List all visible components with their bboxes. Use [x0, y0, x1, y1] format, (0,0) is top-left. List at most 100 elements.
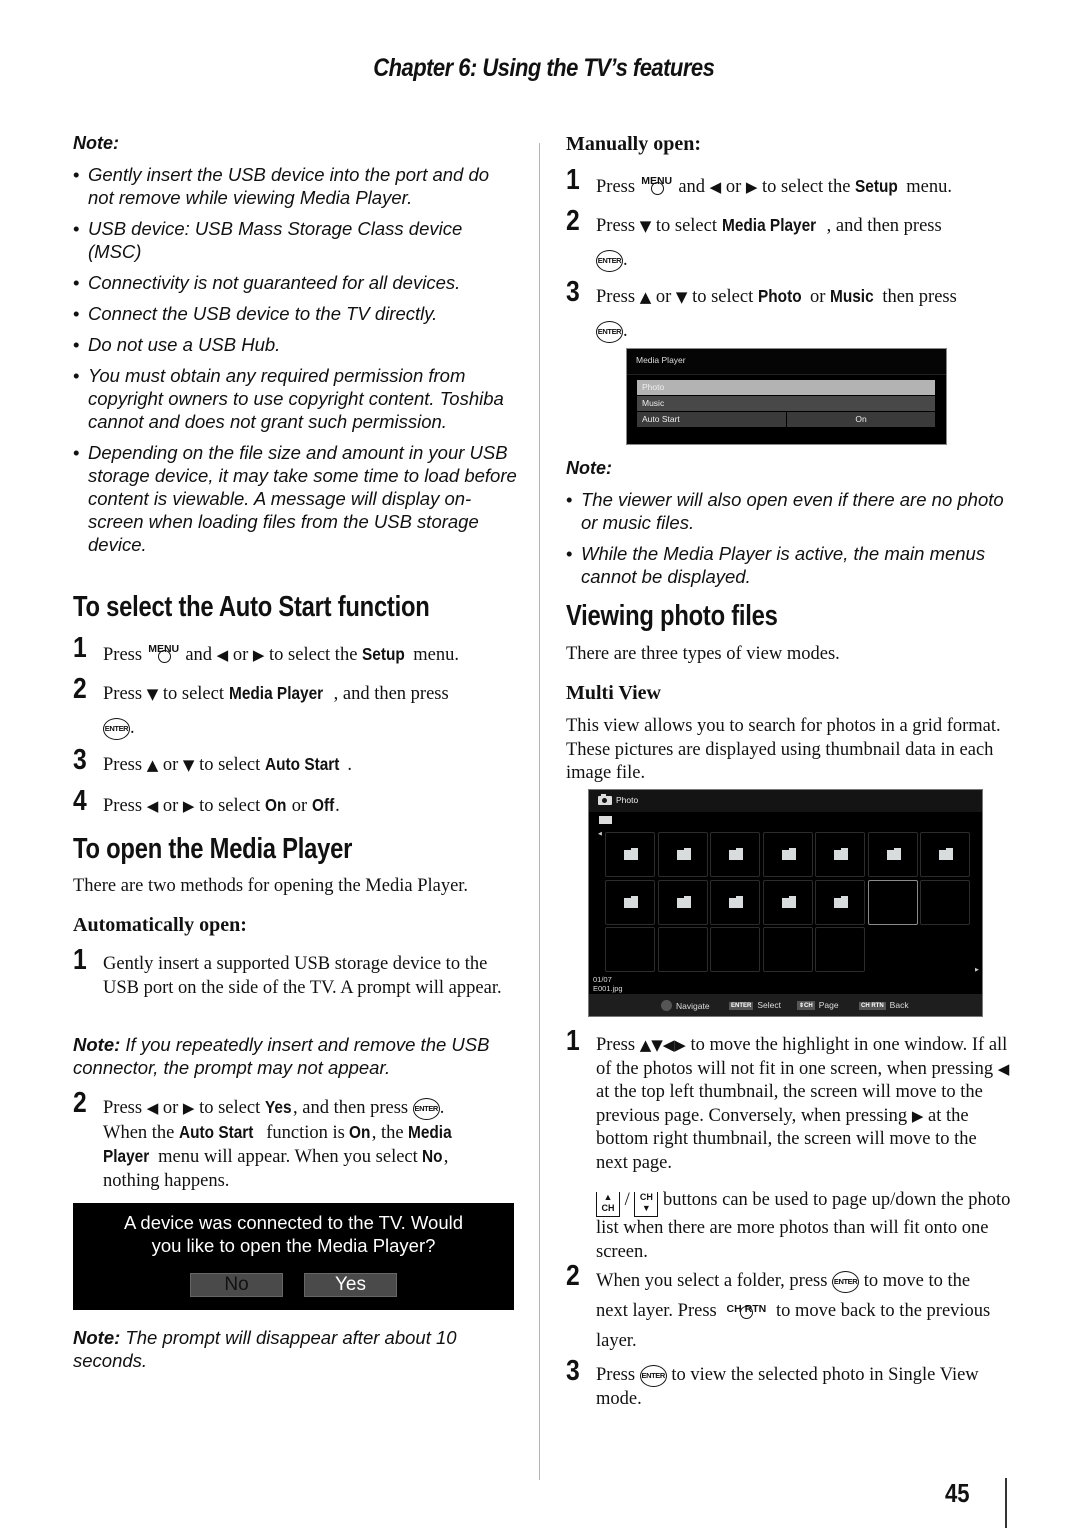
thumbnail-cell[interactable] [762, 879, 813, 925]
note-item: Gently insert the USB device into the po… [73, 163, 518, 209]
note-item: Connect the USB device to the TV directl… [73, 302, 518, 325]
enter-button-icon: ENTER [412, 1097, 440, 1120]
enter-button-icon: ENTER [832, 1270, 860, 1293]
media-player-menu-screen: Media Player Photo Music Auto Start On [626, 348, 947, 445]
page-left-arrow-icon[interactable]: ◀ [598, 831, 602, 837]
note-prompt-timeout: Note: The prompt will disappear after ab… [73, 1327, 457, 1371]
section-heading-open-media-player: To open the Media Player [73, 833, 353, 865]
thumbnail-cell[interactable] [762, 832, 813, 877]
note-list: Gently insert the USB device into the po… [73, 163, 518, 564]
footer-navigate: Navigate [661, 1000, 710, 1011]
folder-icon [939, 848, 953, 860]
enter-button-icon: ENTER [596, 320, 623, 343]
thumbnail-cell[interactable] [815, 832, 865, 877]
ch-rtn-key-icon: CH RTN [859, 1002, 886, 1010]
prompt-yes-button[interactable]: Yes [304, 1273, 397, 1297]
direction-arrows-icon: ▲▼◀▶ [639, 1036, 686, 1054]
step-number: 3 [73, 744, 87, 776]
folder-icon [781, 848, 796, 860]
photo-filename: E001.jpg [593, 984, 623, 993]
note-label: Note: [73, 133, 119, 153]
thumbnail-cell[interactable] [605, 927, 655, 972]
right-arrow-icon: ▶ [745, 178, 758, 196]
subheading-manually-open: Manually open: [566, 133, 702, 155]
note-item: USB device: USB Mass Storage Class devic… [73, 217, 518, 263]
enter-key-icon: ENTER [729, 1002, 754, 1010]
photo-multi-view-screen: Photo ◀ ▶ 01/07 E001.jpg Navigate ENTER S… [588, 789, 983, 1017]
page-number: 45 [945, 1478, 970, 1508]
folder-icon [834, 848, 848, 860]
step-number: 3 [566, 276, 580, 308]
note-item: Depending on the file size and amount in… [73, 441, 518, 556]
navigate-icon [661, 1000, 672, 1011]
thumbnail-cell[interactable] [762, 927, 813, 972]
thumbnail-cell[interactable] [920, 879, 970, 925]
folder-icon [729, 895, 743, 908]
enter-button-icon: ENTER [596, 249, 623, 272]
thumbnail-cell[interactable] [710, 832, 760, 877]
footer-page: ⇕CH Page [797, 1000, 839, 1010]
step-number: 2 [73, 1087, 87, 1119]
channel-down-icon: CH ▼ [634, 1192, 659, 1217]
menu-item-photo[interactable]: Photo [637, 380, 935, 395]
step-number: 3 [566, 1355, 580, 1387]
note-item: You must obtain any required permission … [73, 364, 518, 433]
left-arrow-icon: ◀ [709, 178, 722, 196]
note-label: Note: [566, 458, 612, 478]
viewing-intro: There are three types of view modes. [566, 644, 840, 664]
footer-select: ENTER Select [729, 1000, 781, 1010]
channel-key-icon: ⇕CH [797, 1001, 815, 1010]
ch-rtn-button-icon: CH RTN [721, 1297, 771, 1319]
thumbnail-cell[interactable] [710, 879, 760, 925]
thumbnail-cell[interactable] [657, 879, 708, 925]
prompt-message: A device was connected to the TV. Would … [123, 1212, 464, 1256]
folder-icon [886, 848, 901, 860]
note-list: The viewer will also open even if there … [566, 488, 1011, 596]
subheading-automatically-open: Automatically open: [73, 914, 247, 936]
note-item: Do not use a USB Hub. [73, 333, 518, 356]
thumbnail-cell[interactable] [657, 927, 708, 972]
menu-item-auto-start[interactable]: Auto Start [637, 412, 786, 427]
note-item: Connectivity is not guaranteed for all d… [73, 271, 518, 294]
multi-view-description: This view allows you to search for photo… [566, 716, 1001, 783]
thumbnail-cell[interactable] [605, 832, 655, 877]
thumbnail-cell[interactable] [710, 927, 760, 972]
down-arrow-icon: ▼ [146, 685, 159, 703]
column-divider [539, 143, 540, 1480]
left-arrow-icon: ◀ [997, 1059, 1010, 1078]
thumbnail-cell-selected[interactable] [867, 879, 918, 925]
menu-button-icon: MENU [147, 641, 181, 663]
auto-start-value[interactable]: On [787, 412, 935, 427]
left-arrow-icon: ◀ [146, 1099, 159, 1117]
thumbnail-cell[interactable] [657, 832, 708, 877]
channel-up-icon: ▲ CH [596, 1192, 620, 1217]
page-number-rule [1005, 1478, 1007, 1528]
thumbnail-cell[interactable] [867, 832, 918, 877]
thumbnail-cell[interactable] [605, 879, 655, 925]
menu-item-music[interactable]: Music [637, 396, 935, 411]
left-arrow-icon: ◀ [216, 646, 229, 664]
right-arrow-icon: ▶ [182, 797, 195, 815]
note-item: The viewer will also open even if there … [566, 488, 1011, 534]
enter-button-icon: ENTER [103, 717, 130, 740]
folder-icon [624, 895, 638, 908]
step-number: 2 [566, 1260, 580, 1292]
usb-connected-prompt-dialog: A device was connected to the TV. Would … [73, 1203, 514, 1310]
photo-info: 01/07 E001.jpg [593, 975, 623, 993]
folder-icon [729, 848, 743, 860]
page-right-arrow-icon[interactable]: ▶ [975, 967, 979, 973]
thumbnail-cell[interactable] [920, 832, 970, 877]
photo-screen-footer: Navigate ENTER Select ⇕CH Page CH RTN Back [589, 994, 982, 1016]
folder-icon [624, 848, 638, 860]
thumbnail-cell[interactable] [815, 879, 865, 925]
up-arrow-icon: ▲ [639, 288, 652, 306]
thumbnail-cell[interactable] [815, 927, 865, 972]
down-arrow-icon: ▼ [675, 288, 688, 306]
photo-screen-title: Photo [616, 795, 639, 805]
right-arrow-icon: ▶ [911, 1106, 924, 1125]
photo-counter: 01/07 [593, 975, 612, 984]
enter-button-icon: ENTER [639, 1364, 667, 1387]
prompt-no-button[interactable]: No [190, 1273, 283, 1297]
note-item: While the Media Player is active, the ma… [566, 542, 1011, 588]
note-repeated-insert: Note: If you repeatedly insert and remov… [73, 1034, 490, 1078]
